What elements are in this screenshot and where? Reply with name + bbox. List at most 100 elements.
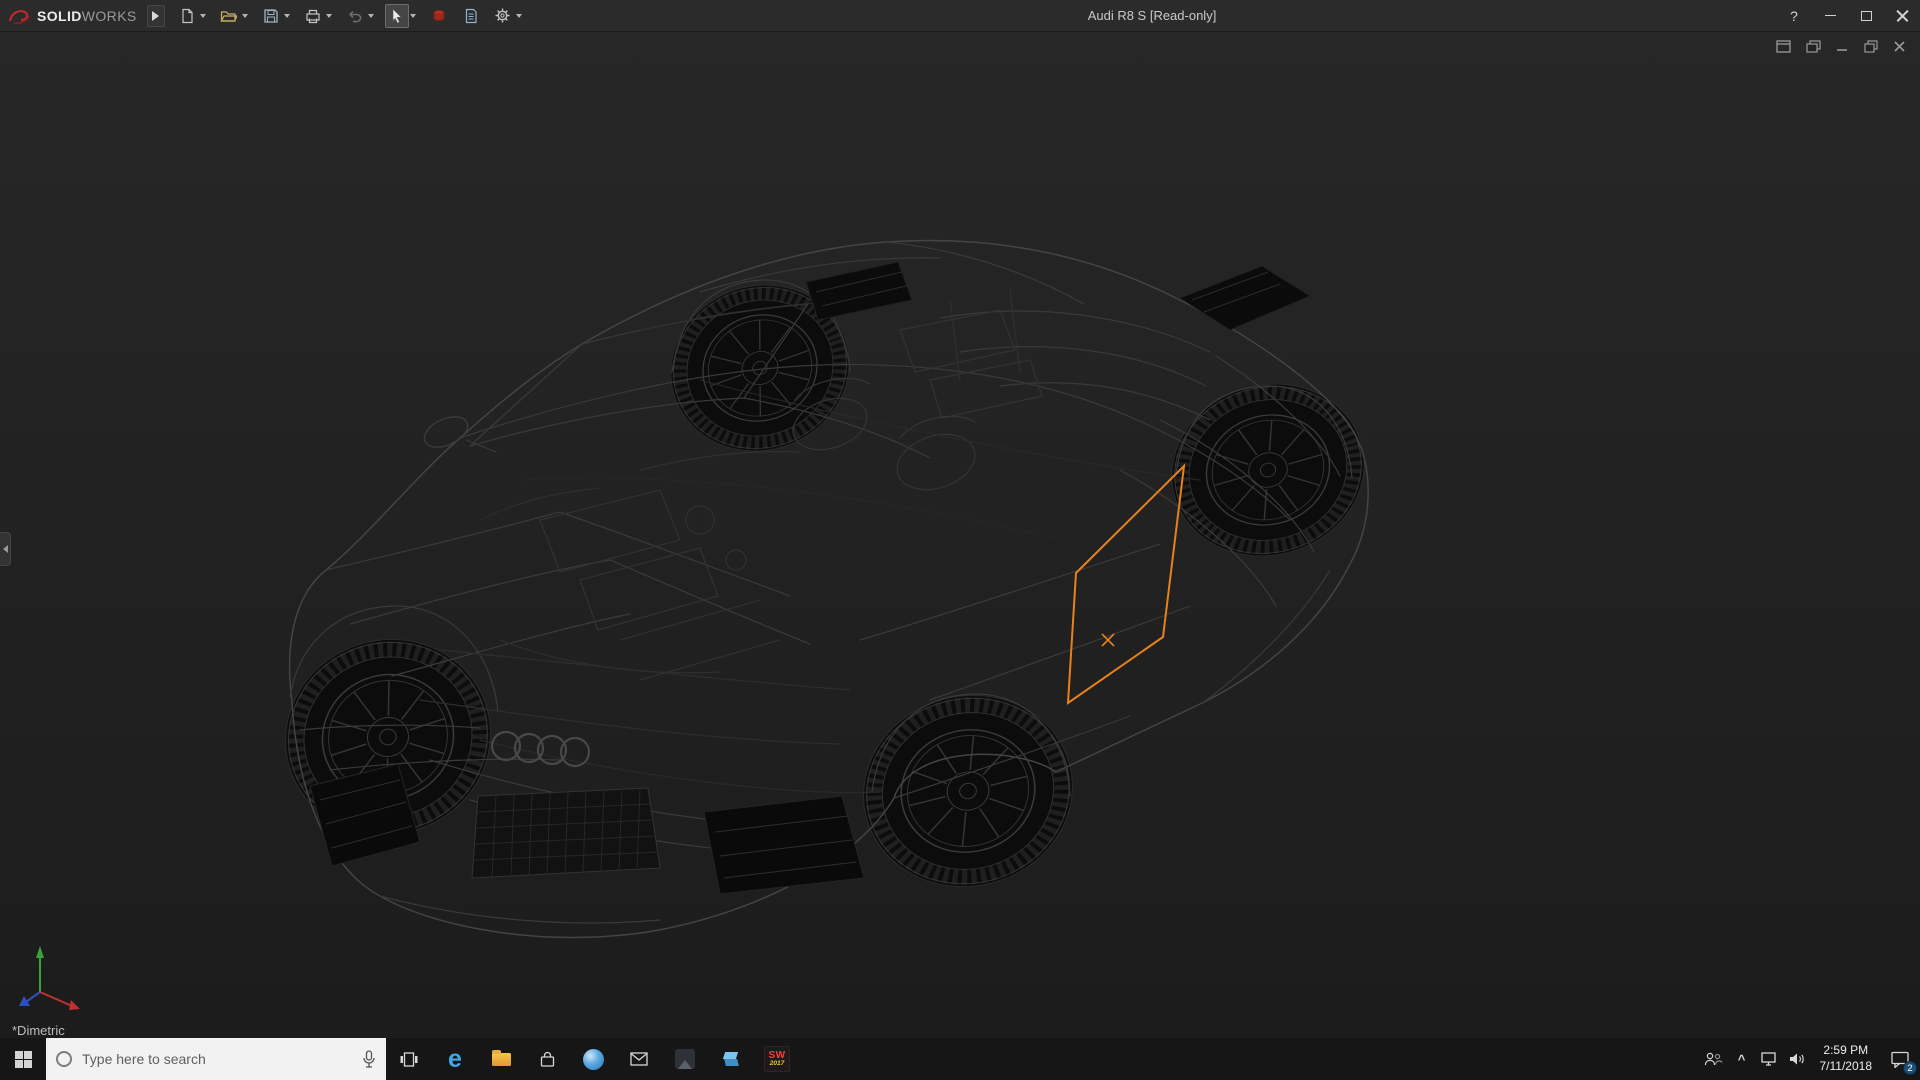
window-controls: ? <box>1776 0 1920 31</box>
taskbar-search[interactable] <box>46 1038 386 1080</box>
close-icon <box>1896 9 1909 22</box>
taskbar-item-edge[interactable]: e <box>432 1038 478 1080</box>
brand-solid: SOLID <box>37 7 82 24</box>
mail-envelope-icon <box>630 1052 648 1066</box>
taskbar-item-photos[interactable] <box>662 1038 708 1080</box>
taskbar-item-3d-builder[interactable] <box>708 1038 754 1080</box>
minimize-button[interactable] <box>1812 0 1848 31</box>
notification-badge: 2 <box>1903 1061 1917 1075</box>
network-icon <box>1761 1052 1776 1066</box>
help-button[interactable]: ? <box>1776 0 1812 31</box>
ds-logo-icon <box>8 9 30 24</box>
cascade-windows-icon[interactable] <box>1806 40 1821 53</box>
mountain-glyph <box>678 1060 692 1069</box>
edge-icon: e <box>448 1044 462 1073</box>
doc-minimize-icon[interactable] <box>1836 40 1849 53</box>
help-icon: ? <box>1790 7 1798 24</box>
people-icon <box>1704 1052 1723 1066</box>
taskbar: e SW 2017 <box>0 1038 1920 1080</box>
print-dropdown[interactable] <box>325 13 332 18</box>
options-dropdown[interactable] <box>515 13 522 18</box>
save-group <box>259 4 293 28</box>
clock-date: 7/11/2018 <box>1819 1059 1873 1073</box>
open-folder-icon <box>220 10 238 22</box>
cortana-icon <box>56 1051 72 1067</box>
new-document-button[interactable] <box>175 4 199 28</box>
close-button[interactable] <box>1884 0 1920 31</box>
new-document-dropdown[interactable] <box>199 13 206 18</box>
graphics-viewport[interactable]: *Dimetric <box>0 32 1920 1038</box>
solidworks-logo: SOLIDWORKS <box>0 7 147 25</box>
rebuild-button[interactable] <box>427 4 451 28</box>
search-input[interactable] <box>82 1051 352 1067</box>
undo-icon <box>348 10 361 22</box>
titlebar: SOLIDWORKS Audi R8 S [Read-only] ? <box>0 0 1920 32</box>
maximize-icon <box>1860 10 1872 21</box>
flyout-arrow-icon <box>152 10 160 21</box>
chevron-left-icon <box>2 545 8 553</box>
panel-flyout-tab[interactable] <box>0 532 11 566</box>
quick-access-toolbar <box>175 3 531 28</box>
window-title: Audi R8 S [Read-only] <box>1087 8 1217 23</box>
file-explorer-icon <box>491 1049 511 1066</box>
volume-button[interactable] <box>1784 1038 1812 1080</box>
open-button[interactable] <box>217 4 241 28</box>
windows-logo-icon <box>14 1050 32 1068</box>
new-document-icon <box>182 8 193 23</box>
options-group <box>491 4 525 28</box>
selected-face[interactable] <box>1066 463 1186 705</box>
print-button[interactable] <box>301 4 325 28</box>
open-group <box>217 4 251 28</box>
rebuild-group <box>427 4 451 28</box>
action-center-button[interactable]: 2 <box>1880 1038 1920 1080</box>
save-dropdown[interactable] <box>283 13 290 18</box>
new-window-icon[interactable] <box>1776 40 1791 53</box>
doc-restore-icon[interactable] <box>1864 40 1878 53</box>
view-orientation-label: *Dimetric <box>12 1023 65 1038</box>
file-properties-icon <box>465 8 477 23</box>
file-properties-button[interactable] <box>459 4 483 28</box>
browser-globe-icon <box>582 1048 604 1070</box>
taskbar-item-browser[interactable] <box>570 1038 616 1080</box>
grille <box>471 787 661 879</box>
speaker-icon <box>1790 1053 1804 1065</box>
options-button[interactable] <box>491 4 515 28</box>
undo-button[interactable] <box>343 4 367 28</box>
undo-group <box>343 4 377 28</box>
task-view-button[interactable] <box>386 1038 432 1080</box>
car-wireframe-model[interactable] <box>0 32 1920 1038</box>
network-button[interactable] <box>1756 1038 1784 1080</box>
start-button[interactable] <box>0 1038 46 1080</box>
hidden-icons-button[interactable]: ^ <box>1728 1038 1756 1080</box>
save-button[interactable] <box>259 4 283 28</box>
select-cursor-icon <box>392 7 402 23</box>
print-group <box>301 4 335 28</box>
select-dropdown[interactable] <box>409 13 416 18</box>
task-view-icon <box>400 1051 418 1067</box>
doc-close-icon[interactable] <box>1893 40 1906 53</box>
undo-dropdown[interactable] <box>367 13 374 18</box>
microphone-icon[interactable] <box>362 1050 376 1068</box>
file-properties-group <box>459 4 483 28</box>
chevron-up-icon: ^ <box>1737 1051 1746 1067</box>
select-tool-button[interactable] <box>384 3 409 28</box>
taskbar-item-mail[interactable] <box>616 1038 662 1080</box>
menu-flyout-button[interactable] <box>146 4 165 27</box>
people-button[interactable] <box>1700 1038 1728 1080</box>
maximize-button[interactable] <box>1848 0 1884 31</box>
open-dropdown[interactable] <box>241 13 248 18</box>
select-group <box>384 3 419 28</box>
taskbar-item-file-explorer[interactable] <box>478 1038 524 1080</box>
brand-text: SOLIDWORKS <box>37 8 137 24</box>
taskbar-item-store[interactable] <box>524 1038 570 1080</box>
photos-icon <box>675 1049 695 1069</box>
print-icon <box>306 9 320 23</box>
sw-year: 2017 <box>769 1059 785 1067</box>
clock-time: 2:59 PM <box>1823 1043 1869 1058</box>
taskbar-clock[interactable]: 2:59 PM 7/11/2018 <box>1812 1043 1881 1074</box>
store-bag-icon <box>540 1051 554 1067</box>
document-window-controls <box>1776 40 1906 53</box>
solidworks-app-icon: SW 2017 <box>764 1046 790 1072</box>
rebuild-icon <box>433 9 445 21</box>
taskbar-item-solidworks[interactable]: SW 2017 <box>754 1038 800 1080</box>
